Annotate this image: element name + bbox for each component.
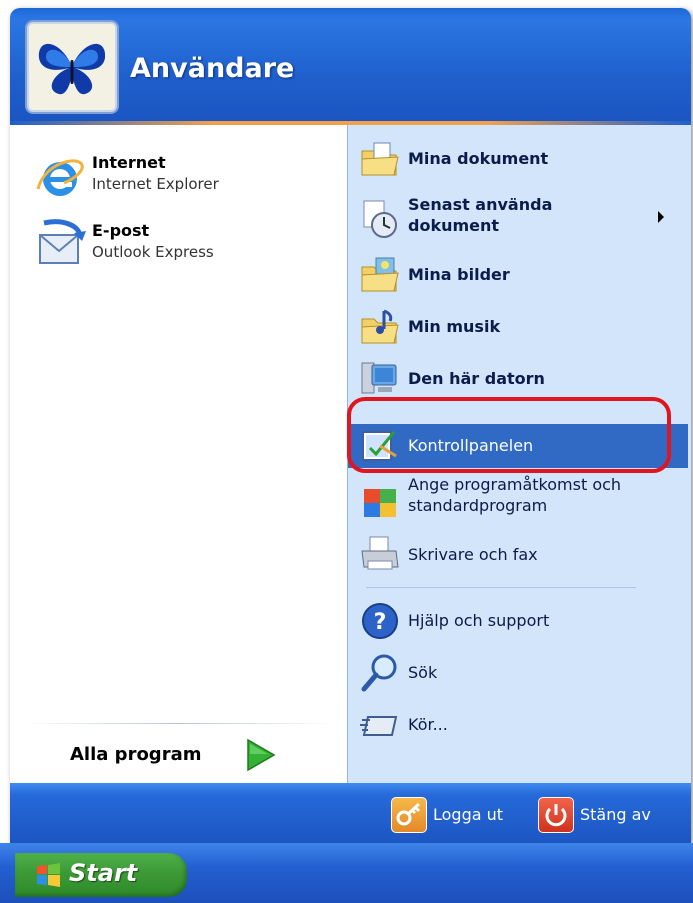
svg-text:?: ? <box>374 610 387 635</box>
green-arrow-icon <box>247 738 276 772</box>
outlook-express-icon <box>39 219 86 264</box>
highlight-ring <box>347 397 671 473</box>
taskbar: Start <box>0 843 693 903</box>
pinned-email[interactable]: E-post Outlook Express <box>34 215 334 277</box>
menu-item-my-pictures-label: Mina bilder <box>408 265 510 284</box>
menu-item-program-access[interactable]: Ange programåtkomst och standardprogram <box>348 473 688 527</box>
menu-item-run-label: Kör... <box>408 715 448 734</box>
internet-explorer-icon <box>36 159 84 196</box>
help-icon: ? <box>362 603 398 639</box>
menu-item-help-label: Hjälp och support <box>408 611 550 630</box>
power-icon <box>538 797 574 833</box>
menu-item-my-music-label: Min musik <box>408 317 501 336</box>
pinned-email-title: E-post <box>92 221 150 240</box>
pinned-internet-title: Internet <box>92 153 166 172</box>
run-icon <box>360 716 398 736</box>
windows-logo-icon <box>37 863 60 887</box>
menu-item-my-documents[interactable]: Mina dokument <box>348 137 688 181</box>
menu-item-search[interactable]: Sök <box>348 651 688 695</box>
menu-item-my-documents-label: Mina dokument <box>408 149 549 168</box>
shutdown-label: Stäng av <box>580 805 651 824</box>
user-name: Användare <box>130 53 295 84</box>
menu-item-program-access-line2: standardprogram <box>408 496 548 515</box>
user-avatar[interactable] <box>27 22 117 112</box>
menu-item-my-computer-label: Den här datorn <box>408 369 545 388</box>
left-separator <box>24 723 334 724</box>
printer-fax-icon <box>361 536 399 570</box>
start-label: Start <box>69 859 138 887</box>
menu-item-recent-documents[interactable]: Senast använda dokument <box>348 189 688 247</box>
key-icon <box>391 797 427 833</box>
left-pane: Internet Internet Explorer E-post Outloo… <box>10 125 347 783</box>
pinned-internet-subtitle: Internet Explorer <box>92 175 219 193</box>
menu-item-program-access-line1: Ange programåtkomst och <box>408 475 622 494</box>
all-programs-label: Alla program <box>70 744 202 765</box>
start-button[interactable]: Start <box>15 853 187 897</box>
pinned-internet[interactable]: Internet Internet Explorer <box>34 147 334 209</box>
logoff-label: Logga ut <box>433 805 504 824</box>
my-pictures-icon <box>361 257 399 292</box>
menu-item-search-label: Sök <box>408 663 438 682</box>
all-programs-button[interactable]: Alla program <box>70 733 300 777</box>
menu-item-printers-fax-label: Skrivare och fax <box>408 545 538 564</box>
search-icon <box>361 654 397 692</box>
recent-documents-icon <box>363 200 397 238</box>
menu-item-run[interactable]: Kör... <box>348 703 688 747</box>
menu-item-recent-line1: Senast använda <box>408 195 553 214</box>
menu-item-my-computer[interactable]: Den här datorn <box>348 357 688 401</box>
my-documents-icon <box>361 142 399 176</box>
butterfly-icon <box>38 43 106 95</box>
right-separator <box>366 587 636 588</box>
program-access-icon <box>364 489 396 517</box>
pinned-email-subtitle: Outlook Express <box>92 243 214 261</box>
submenu-arrow-icon <box>658 211 664 223</box>
menu-item-my-pictures[interactable]: Mina bilder <box>348 253 688 297</box>
start-menu-header: Användare <box>10 8 691 125</box>
start-menu-footer: Logga ut Stäng av <box>10 783 691 843</box>
my-computer-icon <box>361 362 397 394</box>
my-music-icon <box>361 309 399 344</box>
menu-item-recent-line2: dokument <box>408 216 500 235</box>
menu-item-help-support[interactable]: ? Hjälp och support <box>348 599 688 643</box>
menu-item-my-music[interactable]: Min musik <box>348 305 688 349</box>
menu-item-printers-fax[interactable]: Skrivare och fax <box>348 533 688 577</box>
